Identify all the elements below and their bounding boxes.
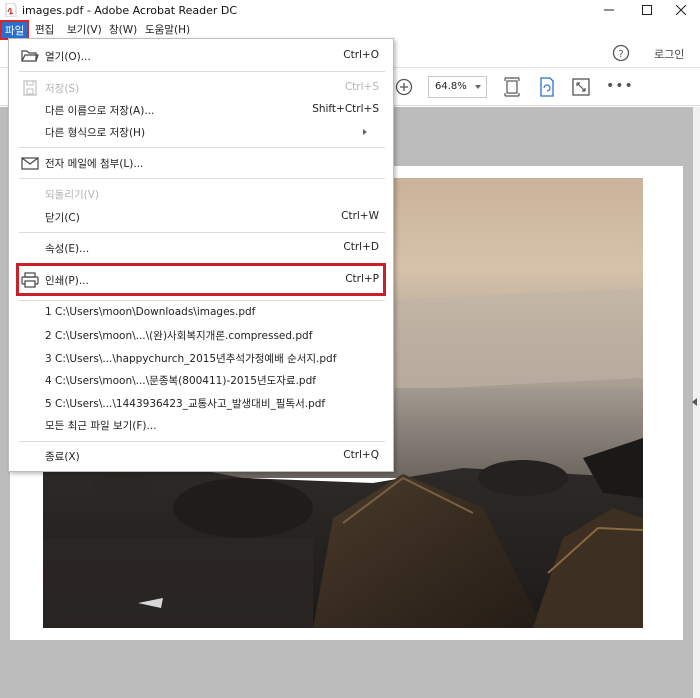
menu-item-label: 되돌리기(V) (45, 189, 100, 201)
window-title: images.pdf - Adobe Acrobat Reader DC (22, 4, 238, 17)
menu-item-properties[interactable]: 속성(E)... Ctrl+D (9, 238, 393, 258)
menu-item-label: 종료(X) (45, 451, 80, 463)
menu-item-open[interactable]: 열기(O)... Ctrl+O (9, 46, 393, 66)
menu-separator (19, 71, 385, 72)
recent-file-path: 4 C:\Users\moon\...\문종복(800411)-2015년도자료… (45, 375, 316, 387)
menu-item-label: 속성(E)... (45, 243, 90, 255)
menu-item-label: 전자 메일에 첨부(L)... (45, 158, 144, 170)
menu-item-label: 닫기(C) (45, 212, 80, 224)
menu-item-shortcut: Shift+Ctrl+S (312, 103, 379, 115)
submenu-arrow-icon (363, 129, 367, 135)
recent-file-path: 1 C:\Users\moon\Downloads\images.pdf (45, 306, 256, 318)
recent-file-item[interactable]: 4 C:\Users\moon\...\문종복(800411)-2015년도자료… (9, 370, 393, 390)
menu-item-shortcut: Ctrl+W (341, 210, 379, 222)
menu-help[interactable]: 도움말(H) (145, 22, 190, 38)
mail-envelope-icon (21, 157, 39, 170)
menu-separator (19, 232, 385, 233)
zoom-level-value: 64.8% (435, 81, 467, 92)
help-icon[interactable]: ? (612, 44, 630, 62)
save-disk-icon (23, 80, 37, 96)
recent-file-path: 2 C:\Users\moon\...\(완)사회복지개론.compressed… (45, 330, 313, 342)
minimize-button[interactable] (588, 0, 630, 20)
menu-window[interactable]: 창(W) (109, 22, 137, 38)
menu-separator (19, 178, 385, 179)
recent-file-item[interactable]: 2 C:\Users\moon\...\(완)사회복지개론.compressed… (9, 325, 393, 345)
menu-item-exit[interactable]: 종료(X) Ctrl+Q (9, 446, 393, 466)
recent-file-path: 3 C:\Users\...\happychurch_2015년추석가정예배 순… (45, 353, 337, 365)
menu-bar: 파일 편집 보기(V) 창(W) 도움말(H) (0, 20, 700, 40)
recent-file-item[interactable]: 5 C:\Users\...\1443936423_교통사고_발생대비_필독서.… (9, 393, 393, 413)
menu-item-close[interactable]: 닫기(C) Ctrl+W (9, 207, 393, 227)
login-button[interactable]: 로그인 (654, 46, 684, 62)
collapse-panel-icon[interactable] (692, 398, 697, 406)
menu-item-label: 모든 최근 파일 보기(F)... (45, 420, 157, 432)
menu-item-revert[interactable]: 되돌리기(V) (9, 184, 393, 204)
menu-separator (19, 147, 385, 148)
close-button[interactable] (660, 0, 700, 20)
zoom-level-select[interactable]: 64.8% (428, 76, 487, 98)
menu-view[interactable]: 보기(V) (67, 22, 102, 38)
menu-item-view-all-recent[interactable]: 모든 최근 파일 보기(F)... (9, 415, 393, 435)
menu-item-shortcut: Ctrl+D (343, 241, 379, 253)
minimize-icon (604, 9, 614, 11)
recent-file-path: 5 C:\Users\...\1443936423_교통사고_발생대비_필독서.… (45, 398, 326, 410)
menu-item-label: 다른 형식으로 저장(H) (45, 127, 146, 139)
file-menu-dropdown: 열기(O)... Ctrl+O 저장(S) Ctrl+S 다른 이름으로 저장(… (8, 38, 394, 472)
rotate-view-icon[interactable] (537, 76, 557, 98)
folder-open-icon (21, 50, 39, 62)
menu-separator (19, 441, 385, 442)
menu-item-label: 열기(O)... (45, 51, 91, 63)
menu-edit[interactable]: 편집 (35, 22, 54, 38)
menu-file[interactable]: 파일 (0, 20, 29, 40)
chevron-down-icon (475, 85, 481, 89)
menu-item-save-as-other[interactable]: 다른 형식으로 저장(H) (9, 122, 393, 142)
menu-separator (19, 300, 385, 301)
recent-file-item[interactable]: 1 C:\Users\moon\Downloads\images.pdf (9, 303, 393, 323)
acrobat-pdf-icon (5, 3, 17, 17)
menu-item-shortcut: Ctrl+O (343, 49, 379, 61)
maximize-icon (642, 5, 652, 15)
print-highlight-annotation (16, 263, 386, 296)
more-tools-icon[interactable]: ••• (606, 78, 634, 94)
menu-item-shortcut: Ctrl+S (344, 81, 379, 93)
menu-item-label: 저장(S) (45, 83, 80, 95)
menu-item-save[interactable]: 저장(S) Ctrl+S (9, 78, 393, 98)
menu-item-label: 다른 이름으로 저장(A)... (45, 105, 155, 117)
menu-item-save-as[interactable]: 다른 이름으로 저장(A)... Shift+Ctrl+S (9, 100, 393, 120)
fit-page-icon[interactable] (502, 76, 522, 98)
menu-item-attach-email[interactable]: 전자 메일에 첨부(L)... (9, 153, 393, 173)
zoom-in-icon[interactable] (395, 78, 413, 96)
full-screen-icon[interactable] (571, 76, 591, 98)
svg-text:?: ? (618, 49, 623, 60)
close-icon (676, 5, 686, 15)
recent-file-item[interactable]: 3 C:\Users\...\happychurch_2015년추석가정예배 순… (9, 348, 393, 368)
title-bar: images.pdf - Adobe Acrobat Reader DC (0, 0, 700, 20)
menu-item-shortcut: Ctrl+Q (343, 449, 379, 461)
